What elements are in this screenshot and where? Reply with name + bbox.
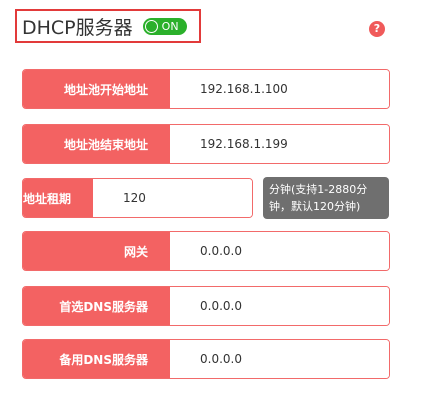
toggle-knob-icon [144,19,158,33]
lease-time-label: 地址租期 [23,179,94,217]
lease-time-hint: 分钟(支持1-2880分 钟，默认120分钟) [263,177,389,219]
secondary-dns-label: 备用DNS服务器 [23,340,170,378]
secondary-dns-row: 备用DNS服务器 [22,339,390,379]
gateway-label: 网关 [23,232,170,270]
pool-end-label: 地址池结束地址 [23,125,170,163]
pool-end-input[interactable] [170,125,389,163]
help-icon[interactable]: ? [369,21,385,37]
secondary-dns-input[interactable] [170,340,389,378]
gateway-row: 网关 [22,231,390,271]
lease-time-hint-line1: 分钟(支持1-2880分 [269,183,368,196]
pool-start-label: 地址池开始地址 [23,70,170,108]
primary-dns-row: 首选DNS服务器 [22,286,390,326]
dhcp-settings-page: DHCP服务器 ON ? 地址池开始地址 地址池结束地址 地址租期 分钟(支持1… [0,0,421,400]
lease-time-hint-line2: 钟，默认120分钟) [269,200,361,213]
pool-start-row: 地址池开始地址 [22,69,390,109]
dhcp-server-header: DHCP服务器 ON [15,9,201,43]
toggle-label: ON [161,19,179,33]
gateway-input[interactable] [170,232,389,270]
dhcp-server-toggle[interactable]: ON [142,17,187,35]
lease-time-row: 地址租期 [22,178,253,218]
primary-dns-input[interactable] [170,287,389,325]
pool-end-row: 地址池结束地址 [22,124,390,164]
lease-time-input[interactable] [93,179,252,217]
primary-dns-label: 首选DNS服务器 [23,287,170,325]
page-title: DHCP服务器 [22,16,133,39]
pool-start-input[interactable] [170,70,389,108]
